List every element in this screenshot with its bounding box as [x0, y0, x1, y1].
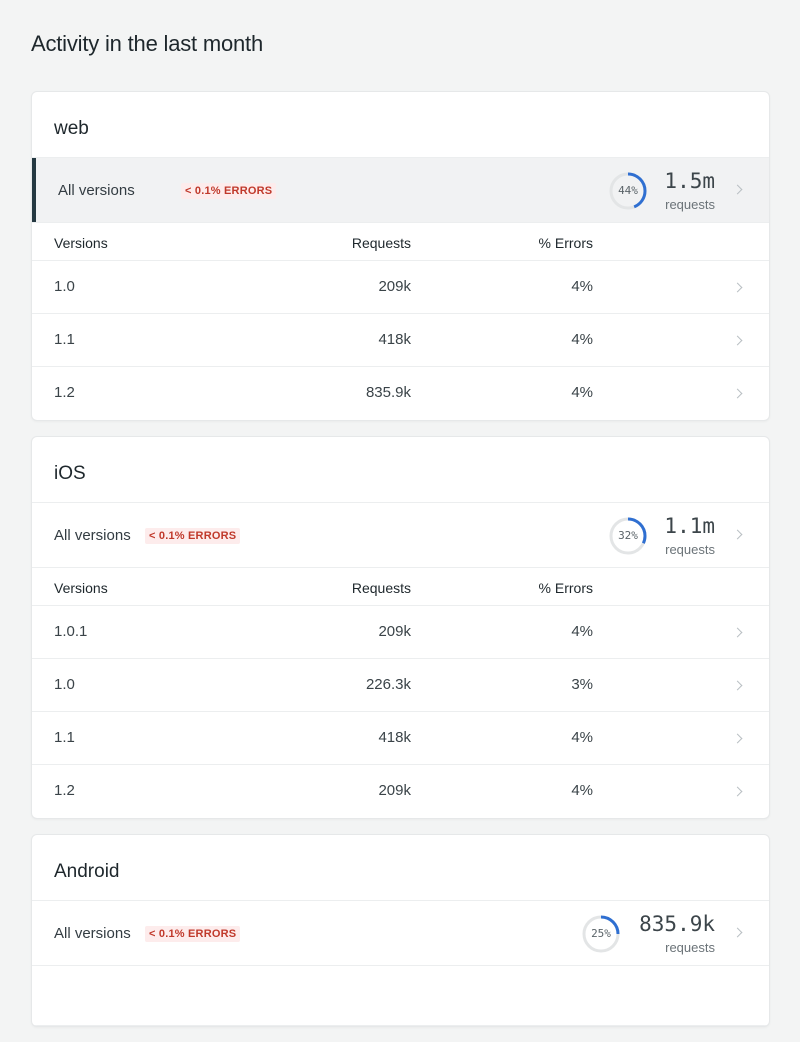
percent-text: 25%	[591, 927, 611, 940]
all-versions-label: All versions	[54, 527, 131, 544]
all-versions-row[interactable]: All versions < 0.1% ERRORS 32% 1.1m requ…	[32, 503, 769, 568]
header-requests: Requests	[351, 235, 411, 251]
chevron-right-icon	[732, 786, 743, 797]
card-title: Android	[32, 835, 769, 901]
table-header: Versions Requests % Errors	[32, 223, 769, 261]
header-versions: Versions	[54, 235, 108, 251]
all-versions-row[interactable]: All versions < 0.1% ERRORS 25% 835.9k re…	[32, 901, 769, 966]
chevron-right-icon	[732, 529, 743, 540]
platform-card-ios: iOS All versions < 0.1% ERRORS 32% 1.1m …	[31, 436, 770, 819]
requests-cell: 209k	[378, 278, 411, 295]
errors-badge: < 0.1% ERRORS	[145, 926, 241, 942]
all-versions-label: All versions	[58, 182, 135, 199]
requests-cell: 418k	[378, 729, 411, 746]
version-cell: 1.0	[54, 676, 75, 693]
chevron-right-icon	[732, 927, 743, 938]
table-row[interactable]: 1.1 418k 4%	[32, 314, 769, 367]
requests-label: requests	[665, 197, 715, 212]
requests-total: 835.9k	[639, 912, 715, 936]
header-errors: % Errors	[538, 580, 593, 596]
table-header: Versions Requests % Errors	[32, 568, 769, 606]
errors-cell: 4%	[571, 782, 593, 799]
percent-text: 44%	[618, 184, 638, 197]
chevron-right-icon	[732, 282, 743, 293]
chevron-right-icon	[732, 680, 743, 691]
requests-cell: 418k	[378, 331, 411, 348]
chevron-right-icon	[732, 627, 743, 638]
version-cell: 1.0.1	[54, 623, 88, 640]
card-title: web	[32, 92, 769, 158]
requests-total: 1.1m	[664, 514, 715, 538]
chevron-right-icon	[732, 388, 743, 399]
errors-cell: 4%	[571, 384, 593, 401]
percent-text: 32%	[618, 529, 638, 542]
errors-cell: 4%	[571, 623, 593, 640]
requests-cell: 226.3k	[365, 676, 411, 693]
chevron-right-icon	[732, 335, 743, 346]
table-row[interactable]: 1.2 209k 4%	[32, 765, 769, 818]
requests-cell: 209k	[378, 782, 411, 799]
platform-card-web: web All versions < 0.1% ERRORS 44% 1.5m …	[31, 91, 770, 421]
card-title: iOS	[32, 437, 769, 503]
header-requests: Requests	[351, 580, 411, 596]
errors-cell: 4%	[571, 331, 593, 348]
errors-cell: 3%	[571, 676, 593, 693]
version-cell: 1.2	[54, 782, 75, 799]
version-cell: 1.1	[54, 331, 75, 348]
requests-total: 1.5m	[664, 169, 715, 193]
requests-cell: 209k	[378, 623, 411, 640]
percent-ring: 44%	[608, 171, 648, 211]
table-row[interactable]: 1.2 835.9k 4%	[32, 367, 769, 420]
version-cell: 1.2	[54, 384, 75, 401]
table-row[interactable]: 1.0.1 209k 4%	[32, 606, 769, 659]
percent-ring: 25%	[581, 914, 621, 954]
table-row[interactable]: 1.1 418k 4%	[32, 712, 769, 765]
errors-cell: 4%	[571, 729, 593, 746]
table-header	[32, 966, 769, 1026]
platform-cards: web All versions < 0.1% ERRORS 44% 1.5m …	[31, 91, 770, 1042]
chevron-right-icon	[732, 733, 743, 744]
version-cell: 1.0	[54, 278, 75, 295]
table-row[interactable]: 1.0 226.3k 3%	[32, 659, 769, 712]
all-versions-label: All versions	[54, 925, 131, 942]
chevron-right-icon	[732, 184, 743, 195]
page-title: Activity in the last month	[31, 31, 264, 56]
table-row[interactable]: 1.0 209k 4%	[32, 261, 769, 314]
errors-badge: < 0.1% ERRORS	[145, 528, 241, 544]
platform-card-android: Android All versions < 0.1% ERRORS 25% 8…	[31, 834, 770, 1027]
version-cell: 1.1	[54, 729, 75, 746]
requests-label: requests	[665, 940, 715, 955]
errors-badge: < 0.1% ERRORS	[181, 183, 277, 199]
header-versions: Versions	[54, 580, 108, 596]
all-versions-row[interactable]: All versions < 0.1% ERRORS 44% 1.5m requ…	[32, 158, 769, 223]
requests-cell: 835.9k	[365, 384, 411, 401]
header-errors: % Errors	[538, 235, 593, 251]
percent-ring: 32%	[608, 516, 648, 556]
errors-cell: 4%	[571, 278, 593, 295]
requests-label: requests	[665, 542, 715, 557]
